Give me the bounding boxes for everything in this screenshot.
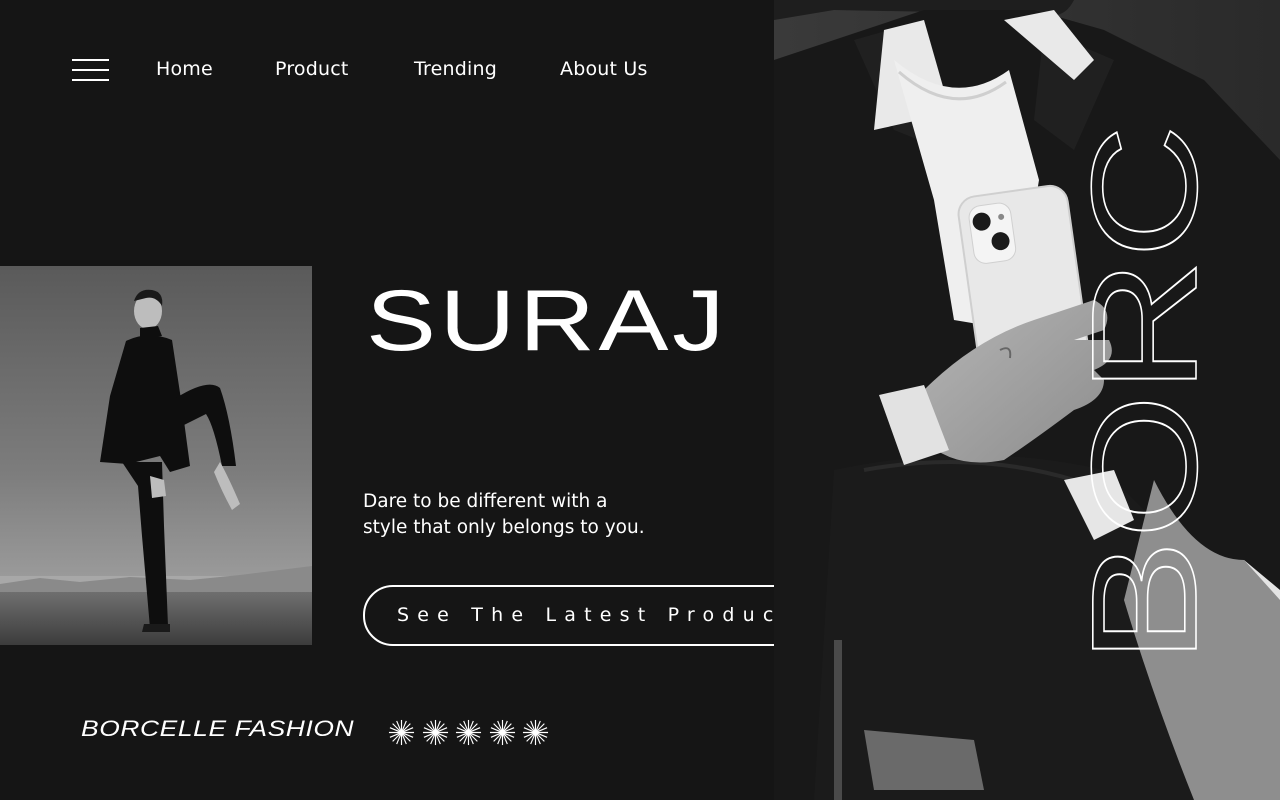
side-outline-text: BORC	[1078, 123, 1208, 665]
tagline-line-1: Dare to be different with a	[363, 491, 608, 512]
nav-item-about-us[interactable]: About Us	[560, 58, 648, 80]
starburst-icon	[455, 719, 482, 746]
side-text: BORC	[1078, 124, 1208, 664]
starburst-icon	[522, 719, 549, 746]
cta-label: See The Latest Product	[397, 604, 798, 626]
nav-item-trending[interactable]: Trending	[414, 58, 497, 80]
hero-tagline: Dare to be different with a style that o…	[363, 489, 683, 541]
hero-title: SURAJ	[366, 273, 729, 369]
tagline-line-2: style that only belongs to you.	[363, 517, 645, 538]
starburst-icon	[388, 719, 415, 746]
starburst-icon	[489, 719, 516, 746]
hamburger-menu-icon[interactable]	[72, 59, 109, 81]
nav-item-product[interactable]: Product	[275, 58, 349, 80]
brand-name: BORCELLE FASHION	[81, 716, 355, 741]
starburst-icon	[422, 719, 449, 746]
landing-page: Home Product Trending About Us SURAJ Dar…	[0, 0, 1280, 800]
model-photo-standing	[0, 266, 312, 645]
nav-item-home[interactable]: Home	[156, 58, 213, 80]
